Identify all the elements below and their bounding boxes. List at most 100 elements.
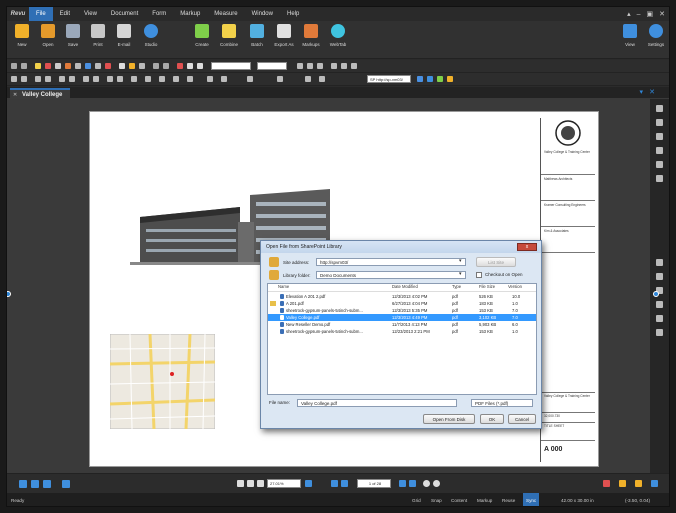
close-window-button[interactable]: ✕: [659, 10, 665, 18]
new-button[interactable]: New: [9, 24, 35, 47]
prev-page-icon[interactable]: [341, 480, 348, 487]
align-center-icon[interactable]: [341, 63, 347, 69]
flip-icon[interactable]: [69, 76, 75, 82]
undo-icon[interactable]: [11, 63, 17, 69]
markup-color-icon[interactable]: [603, 480, 610, 487]
back-view-icon[interactable]: [423, 480, 430, 487]
settings-button[interactable]: Settings: [643, 24, 669, 47]
highlight-icon[interactable]: [35, 63, 41, 69]
select-tool-icon[interactable]: [237, 480, 244, 487]
link-icon[interactable]: [145, 76, 151, 82]
file-name-input[interactable]: Valley College.pdf: [297, 399, 457, 407]
stamp-tool-icon[interactable]: [619, 480, 626, 487]
menu-view[interactable]: View: [77, 7, 104, 21]
menu-file[interactable]: File: [29, 7, 53, 21]
site-address-input[interactable]: http://spvm03/: [316, 258, 466, 266]
tab-dropdown-icon[interactable]: ▾: [639, 88, 643, 96]
view-button[interactable]: View: [617, 24, 643, 47]
overlay-icon[interactable]: [187, 76, 193, 82]
distribute-icon[interactable]: [107, 76, 113, 82]
measurements-icon[interactable]: [656, 301, 663, 308]
single-page-icon[interactable]: [19, 480, 27, 488]
list-sites-button[interactable]: List Site: [476, 257, 516, 267]
menu-markup[interactable]: Markup: [173, 7, 207, 21]
sharepoint-site-combo[interactable]: SP http://sp-vm03/: [367, 75, 411, 83]
ribbon-collapse-button[interactable]: ▴: [627, 10, 631, 18]
ungroup-icon[interactable]: [93, 76, 99, 82]
file-row[interactable]: Elevation A 201 2.pdf 12/3/2013 4:02 PM …: [268, 293, 536, 300]
sheet-list-icon[interactable]: [277, 76, 283, 82]
callout-icon[interactable]: [65, 63, 71, 69]
file-row[interactable]: New Reseller Demo.pdf 11/7/2013 4:13 PM …: [268, 321, 536, 328]
col-date[interactable]: Date Modified: [392, 284, 418, 289]
col-name[interactable]: Name: [278, 284, 289, 289]
zoom-level-combo[interactable]: 27.01%: [267, 479, 301, 488]
group-icon[interactable]: [83, 76, 89, 82]
right-panel-toggle[interactable]: [653, 291, 659, 297]
select-icon[interactable]: [11, 76, 17, 82]
export-as-button[interactable]: Export As: [271, 24, 297, 47]
table-icon[interactable]: [159, 76, 165, 82]
sync-toggle[interactable]: Sync: [523, 493, 540, 506]
sketch-icon[interactable]: [129, 63, 135, 69]
close-all-icon[interactable]: ✕: [649, 88, 655, 96]
measure-icon[interactable]: [153, 63, 159, 69]
file-row[interactable]: A 201.pdf 6/27/2013 4:04 PM pdf 183 KB 1…: [268, 300, 536, 307]
minimize-button[interactable]: ‒: [637, 11, 641, 18]
rotate-icon[interactable]: [59, 76, 65, 82]
bold-icon[interactable]: [297, 63, 303, 69]
area-icon[interactable]: [163, 63, 169, 69]
polygon-icon[interactable]: [139, 63, 145, 69]
dialog-close-button[interactable]: x: [517, 243, 537, 251]
last-page-icon[interactable]: [409, 480, 416, 487]
zoom-tool-icon[interactable]: [257, 480, 264, 487]
list-icon[interactable]: [207, 76, 213, 82]
split-view-icon[interactable]: [43, 480, 51, 488]
webtab-button[interactable]: WebTab: [325, 24, 351, 47]
checkin-icon[interactable]: [427, 76, 433, 82]
rectangle-icon[interactable]: [95, 63, 101, 69]
page-number-input[interactable]: 1 of 28: [357, 479, 391, 488]
color-icon[interactable]: [177, 63, 183, 69]
bookmarks-panel-icon[interactable]: [656, 133, 663, 140]
panel-toggle-icon[interactable]: [651, 480, 658, 487]
layer-icon[interactable]: [131, 76, 137, 82]
search-icon[interactable]: [656, 259, 663, 266]
menu-help[interactable]: Help: [280, 7, 306, 21]
menu-window[interactable]: Window: [245, 7, 280, 21]
font-size-combo[interactable]: [257, 62, 287, 70]
spacing-icon[interactable]: [247, 76, 253, 82]
content-toggle[interactable]: Content: [451, 493, 467, 506]
ok-button[interactable]: OK: [480, 414, 504, 424]
arrow-icon[interactable]: [85, 63, 91, 69]
refresh-icon[interactable]: [437, 76, 443, 82]
checkout-icon[interactable]: [447, 76, 453, 82]
open-button[interactable]: Open: [35, 24, 61, 47]
menu-edit[interactable]: Edit: [53, 7, 77, 21]
file-row[interactable]: sheetrock-gypsum-panels-54inch-subm... 1…: [268, 328, 536, 335]
grid-icon[interactable]: [221, 76, 227, 82]
fill-icon[interactable]: [187, 63, 193, 69]
text-icon[interactable]: [55, 63, 61, 69]
compare-icon[interactable]: [173, 76, 179, 82]
snap-toggle[interactable]: Snap: [431, 493, 442, 506]
combine-button[interactable]: Combine: [216, 24, 242, 47]
sharepoint-icon[interactable]: [417, 76, 423, 82]
cloud-icon[interactable]: [105, 63, 111, 69]
file-access-icon[interactable]: [656, 315, 663, 322]
col-version[interactable]: Version: [508, 284, 522, 289]
open-from-disk-button[interactable]: Open From Disk: [423, 414, 475, 424]
forward-view-icon[interactable]: [433, 480, 440, 487]
stamp-icon[interactable]: [119, 63, 125, 69]
email-button[interactable]: E-mail: [111, 24, 137, 47]
markup-toggle[interactable]: Markup: [477, 493, 492, 506]
reuse-toggle[interactable]: Reuse: [502, 493, 515, 506]
line-icon[interactable]: [75, 63, 81, 69]
align-left-icon[interactable]: [331, 63, 337, 69]
continuous-icon[interactable]: [31, 480, 39, 488]
create-button[interactable]: Create: [189, 24, 215, 47]
file-type-select[interactable]: PDF Files (*.pdf): [471, 399, 533, 407]
menu-document[interactable]: Document: [104, 7, 145, 21]
grid-toggle[interactable]: Grid: [412, 493, 421, 506]
chevron-down-icon[interactable]: ▾: [459, 258, 462, 264]
